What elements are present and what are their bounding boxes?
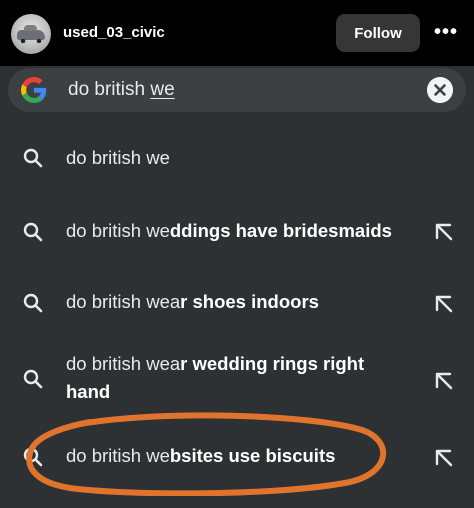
suggestion-item[interactable]: do british we <box>0 138 474 178</box>
search-icon <box>23 148 43 168</box>
suggestion-text: do british wear wedding rings right hand <box>66 353 365 402</box>
post-header: used_03_civic Follow ••• <box>0 0 474 66</box>
search-icon <box>23 222 43 242</box>
search-suggestions-screenshot: do british we do british we do british w… <box>0 66 474 508</box>
search-icon <box>23 369 43 389</box>
avatar[interactable] <box>11 14 51 54</box>
suggestion-item[interactable]: do british wear wedding rings right hand <box>0 346 474 416</box>
suggestion-text: do british weddings have bridesmaids <box>66 220 392 241</box>
suggestion-text: do british wear shoes indoors <box>66 291 319 312</box>
suggestion-item[interactable]: do british wear shoes indoors <box>0 286 474 326</box>
google-g-icon <box>21 77 47 103</box>
clear-x-icon[interactable] <box>427 77 453 103</box>
search-bar[interactable]: do british we <box>8 68 466 112</box>
suggestion-text: do british we <box>66 147 170 168</box>
username[interactable]: used_03_civic <box>63 24 165 41</box>
more-options-icon[interactable]: ••• <box>434 22 458 42</box>
search-input[interactable]: do british we <box>68 79 175 101</box>
car-icon <box>17 25 45 43</box>
query-underlined: we <box>150 79 175 100</box>
arrow-up-left-icon[interactable] <box>434 371 454 391</box>
arrow-up-left-icon[interactable] <box>434 448 454 468</box>
query-prefix: do british <box>68 79 151 100</box>
arrow-up-left-icon[interactable] <box>434 222 454 242</box>
follow-button[interactable]: Follow <box>336 14 420 52</box>
suggestion-item[interactable]: do british websites use biscuits <box>0 440 474 480</box>
search-icon <box>23 293 43 313</box>
arrow-up-left-icon[interactable] <box>434 294 454 314</box>
suggestion-text: do british websites use biscuits <box>66 445 336 466</box>
search-icon <box>23 447 43 467</box>
suggestion-item[interactable]: do british weddings have bridesmaids <box>0 212 474 252</box>
